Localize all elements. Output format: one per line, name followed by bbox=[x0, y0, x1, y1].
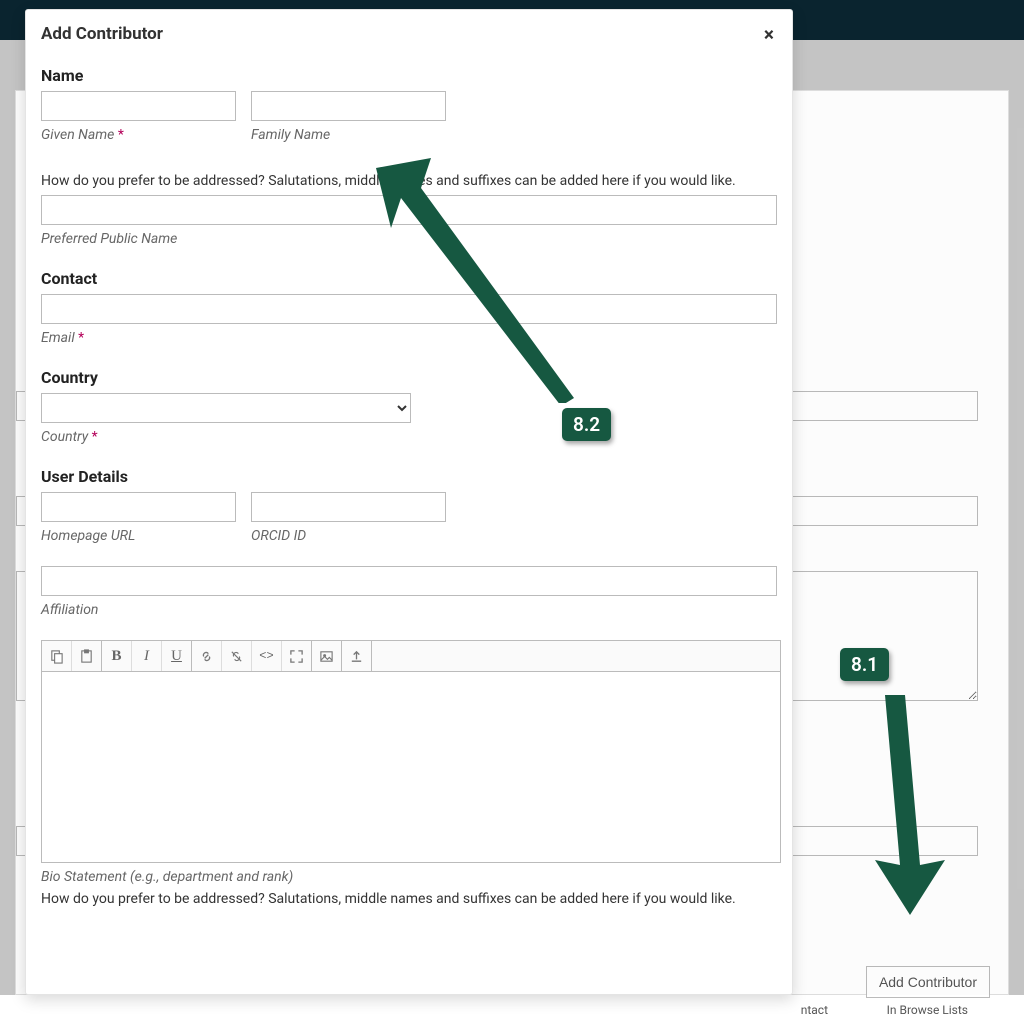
affiliation-input[interactable] bbox=[41, 566, 777, 596]
modal-header: Add Contributor × bbox=[26, 10, 792, 52]
affiliation-label: Affiliation bbox=[41, 602, 777, 618]
bio-editor-body[interactable] bbox=[42, 672, 780, 862]
paste-icon[interactable] bbox=[72, 641, 102, 671]
add-contributor-modal: Add Contributor × Name Given Name * Fami… bbox=[25, 9, 793, 995]
helper-text-2: How do you prefer to be addressed? Salut… bbox=[41, 891, 777, 907]
fullscreen-icon[interactable] bbox=[282, 641, 312, 671]
preferred-public-name-label: Preferred Public Name bbox=[41, 231, 777, 247]
modal-title: Add Contributor bbox=[41, 24, 163, 44]
preferred-name-helper: How do you prefer to be addressed? Salut… bbox=[41, 173, 777, 189]
bio-editor: B I U <> bbox=[41, 640, 781, 863]
unlink-icon[interactable] bbox=[222, 641, 252, 671]
required-asterisk: * bbox=[92, 429, 98, 445]
country-select[interactable] bbox=[41, 393, 411, 423]
given-name-input[interactable] bbox=[41, 91, 236, 121]
close-icon[interactable]: × bbox=[761, 25, 777, 44]
email-label: Email * bbox=[41, 330, 777, 346]
upload-icon[interactable] bbox=[342, 641, 372, 671]
bold-icon[interactable]: B bbox=[102, 641, 132, 671]
homepage-url-label: Homepage URL bbox=[41, 528, 236, 544]
country-label: Country * bbox=[41, 429, 777, 445]
link-icon[interactable] bbox=[192, 641, 222, 671]
given-name-label: Given Name * bbox=[41, 127, 236, 143]
column-contact: ntact bbox=[801, 1003, 828, 1017]
image-icon[interactable] bbox=[312, 641, 342, 671]
section-country-heading: Country bbox=[41, 368, 777, 387]
family-name-input[interactable] bbox=[251, 91, 446, 121]
copy-icon[interactable] bbox=[42, 641, 72, 671]
email-input[interactable] bbox=[41, 294, 777, 324]
required-asterisk: * bbox=[118, 127, 124, 143]
section-user-details-heading: User Details bbox=[41, 467, 777, 486]
section-name-heading: Name bbox=[41, 66, 777, 85]
section-contact-heading: Contact bbox=[41, 269, 777, 288]
underline-icon[interactable]: U bbox=[162, 641, 192, 671]
orcid-id-label: ORCID ID bbox=[251, 528, 446, 544]
editor-toolbar: B I U <> bbox=[42, 641, 780, 672]
column-browse-lists: In Browse Lists bbox=[887, 1003, 968, 1017]
preferred-public-name-input[interactable] bbox=[41, 195, 777, 225]
homepage-url-input[interactable] bbox=[41, 492, 236, 522]
bio-statement-label: Bio Statement (e.g., department and rank… bbox=[41, 869, 777, 885]
italic-icon[interactable]: I bbox=[132, 641, 162, 671]
orcid-id-input[interactable] bbox=[251, 492, 446, 522]
modal-body: Name Given Name * Family Name How do you… bbox=[26, 52, 792, 928]
family-name-label: Family Name bbox=[251, 127, 446, 143]
code-icon[interactable]: <> bbox=[252, 641, 282, 671]
required-asterisk: * bbox=[78, 330, 84, 346]
add-contributor-button[interactable]: Add Contributor bbox=[866, 966, 990, 998]
